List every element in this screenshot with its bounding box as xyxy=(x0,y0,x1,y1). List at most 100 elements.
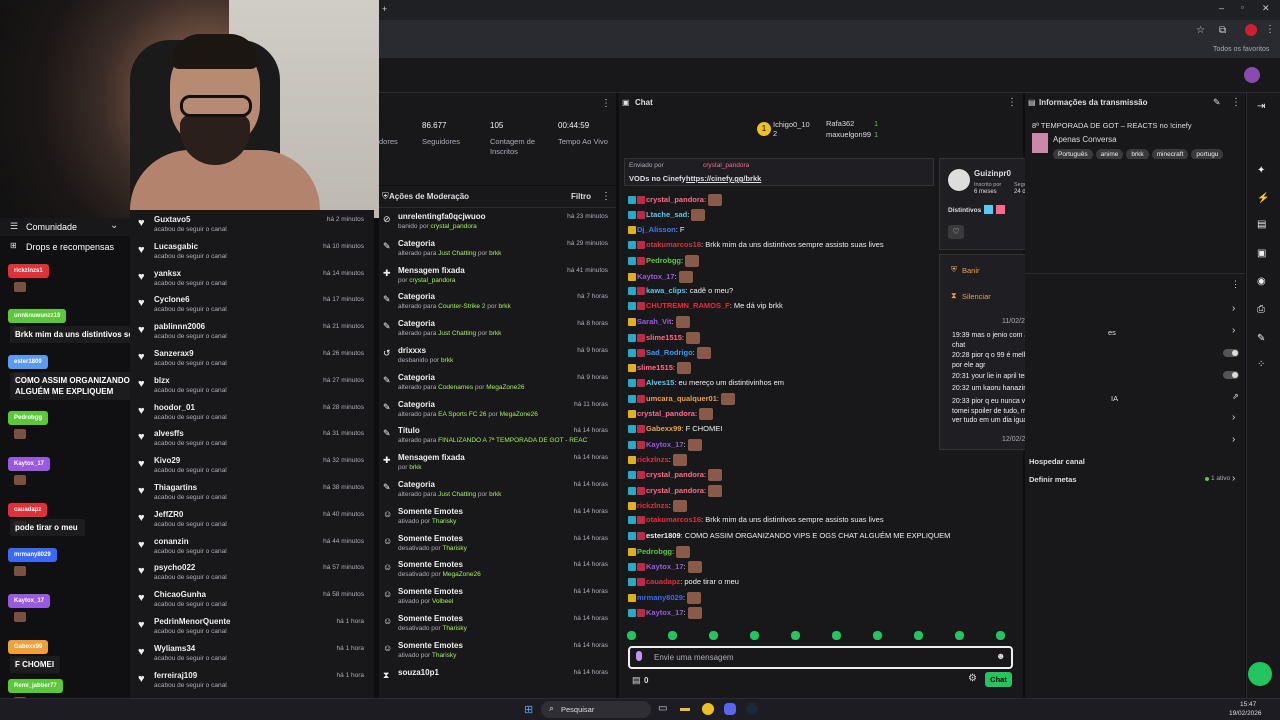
chevron-down-icon[interactable]: ⌄ xyxy=(110,220,118,231)
chat-username[interactable]: Pedrobgg xyxy=(637,547,672,556)
tag-pill[interactable]: anime xyxy=(1095,149,1124,159)
leader-name[interactable]: Rafa362 xyxy=(826,119,854,128)
follower-name[interactable]: psycho022 xyxy=(154,563,195,572)
mod-action-row[interactable]: ☺ Somente Emotes desativado por Tharisky há… xyxy=(379,611,616,638)
chat-username[interactable]: rickzlnzs xyxy=(637,455,669,464)
chat-username[interactable]: Kaytox_17 xyxy=(646,562,684,571)
mod-action-actor[interactable]: brkk xyxy=(489,330,501,337)
follower-name[interactable]: Cyclone6 xyxy=(154,295,190,304)
chat-message[interactable]: slime1515: xyxy=(628,362,692,375)
setting-toggle[interactable] xyxy=(1223,349,1239,357)
follower-name[interactable]: Kivo29 xyxy=(154,456,180,465)
chat-username[interactable]: slime1515 xyxy=(637,363,673,372)
follower-name[interactable]: Wyliams34 xyxy=(154,644,195,653)
chat-message[interactable]: Sad_Rodrigo: xyxy=(628,347,711,359)
emote-shortcut-icon[interactable] xyxy=(955,631,964,640)
chat-username[interactable]: Gabexx99 xyxy=(646,424,681,433)
chat-message[interactable]: umcara_qualquer01: xyxy=(628,392,736,405)
mod-action-target[interactable]: Codenames xyxy=(438,384,473,391)
chat-input[interactable]: Envie uma mensagem ☻ xyxy=(628,646,1013,669)
chat-username[interactable]: Alves15 xyxy=(646,378,674,387)
mod-action-row[interactable]: ↺ drixxxs desbanido por brkk há 9 horas xyxy=(379,343,616,370)
chat-username[interactable]: otakumarcos16 xyxy=(646,240,701,249)
goals-label[interactable]: Definir metas xyxy=(1029,475,1077,484)
address-bar[interactable]: ☆ ⧉ ⋮ xyxy=(379,20,1280,44)
profile-icon[interactable] xyxy=(1245,24,1257,36)
follower-row[interactable]: ♥ ChicaoGunha acabou de seguir o canal há 5… xyxy=(130,587,374,614)
chat-username[interactable]: CHUTREMN_RAMOS_F xyxy=(646,301,730,310)
mod-action-row[interactable]: ✎ Título alterado para FINALIZANDO A 7ª TE… xyxy=(379,423,616,450)
chrome-icon[interactable] xyxy=(702,703,714,715)
mod-action-target[interactable]: Just Chatting xyxy=(438,330,476,337)
mod-action-target[interactable]: EA Sports FC 26 xyxy=(438,411,486,418)
mod-action-row[interactable]: ✚ Mensagem fixada por brkk há 14 horas xyxy=(379,450,616,477)
chat-username[interactable]: crystal_pandora xyxy=(637,409,695,418)
follower-name[interactable]: JeffZR0 xyxy=(154,510,183,519)
follower-row[interactable]: ♥ Kivo29 acabou de seguir o canal há 32 min… xyxy=(130,453,374,480)
leader-name[interactable]: Ichigo0_10 xyxy=(773,120,810,129)
collapse-icon[interactable]: ⇥ xyxy=(1257,101,1265,112)
drops-row[interactable]: ⊞ Drops e recompensas xyxy=(0,238,130,254)
mod-action-target[interactable]: Just Chatting xyxy=(438,250,476,257)
follower-row[interactable]: ♥ JeffZR0 acabou de seguir o canal há 40 mi… xyxy=(130,507,374,534)
mod-action-row[interactable]: ✎ Categoria alterado para Codenames por Me… xyxy=(379,370,616,397)
chat-message[interactable]: Sarah_Vit: xyxy=(628,316,690,329)
lightning-icon[interactable]: ⚡ xyxy=(1257,193,1269,204)
chat-message[interactable]: Dj_Alisson: F xyxy=(628,225,685,234)
mod-action-row[interactable]: ✎ Categoria alterado para Counter-Strike 2… xyxy=(379,289,616,316)
follower-name[interactable]: alvesffs xyxy=(154,429,184,438)
follower-row[interactable]: ♥ Guxtavo5 acabou de seguir o canal há 2 mi… xyxy=(130,212,374,239)
start-icon[interactable]: ⊞ xyxy=(524,703,533,716)
tag-pill[interactable]: minecraft xyxy=(1151,149,1189,159)
chat-username[interactable]: cauadapz xyxy=(646,577,680,586)
mod-action-row[interactable]: ☺ Somente Emotes desativado por MegaZone26… xyxy=(379,557,616,584)
mod-action-target[interactable]: MegaZone26 xyxy=(442,571,480,578)
leader-name[interactable]: maxuelgon99 xyxy=(826,130,871,139)
emote-shortcut-icon[interactable] xyxy=(996,631,1005,640)
follower-row[interactable]: ♥ PedrinMenorQuente acabou de seguir o can… xyxy=(130,614,374,641)
category-name[interactable]: Apenas Conversa xyxy=(1053,135,1117,144)
chat-message[interactable]: Kaytox_17: xyxy=(628,270,693,283)
mod-action-row[interactable]: ☺ Somente Emotes desativado por Tharisky há… xyxy=(379,531,616,558)
tag-pill[interactable]: Português xyxy=(1053,149,1093,159)
follower-row[interactable]: ♥ Thiagartins acabou de seguir o canal há 3… xyxy=(130,480,374,507)
follower-name[interactable]: ferreiraj109 xyxy=(154,671,197,680)
follower-name[interactable]: conanzin xyxy=(154,537,189,546)
follower-row[interactable]: ♥ blzx acabou de seguir o canal há 27 minut… xyxy=(130,373,374,400)
mod-action-row[interactable]: ☺ Somente Emotes ativado por Tharisky há 14… xyxy=(379,504,616,531)
chat-message[interactable]: crystal_pandora: xyxy=(628,408,714,421)
emote-shortcut-icon[interactable] xyxy=(873,631,882,640)
assistant-icon[interactable] xyxy=(1248,662,1272,686)
chat-message[interactable]: Alves15: eu mereço um distintivinhos em xyxy=(628,378,784,387)
follower-row[interactable]: ♥ conanzin acabou de seguir o canal há 44 m… xyxy=(130,534,374,561)
minimize-icon[interactable]: – xyxy=(1219,3,1224,13)
emote-picker-icon[interactable]: ☻ xyxy=(996,651,1005,661)
chat-message[interactable]: crystal_pandora: xyxy=(628,469,723,482)
mod-action-target[interactable]: brkk xyxy=(441,357,453,364)
follower-row[interactable]: ♥ alvesffs acabou de seguir o canal há 31 m… xyxy=(130,426,374,453)
chat-username[interactable]: Pedrobgg xyxy=(646,256,681,265)
follower-row[interactable]: ♥ yanksx acabou de seguir o canal há 14 min… xyxy=(130,266,374,293)
mod-action-row[interactable]: ✎ Categoria alterado para Just Chatting po… xyxy=(379,477,616,504)
mod-action-target[interactable]: Just Chatting xyxy=(438,491,476,498)
follower-name[interactable]: blzx xyxy=(154,376,170,385)
mod-action-actor[interactable]: MegaZone26 xyxy=(486,384,524,391)
chat-username[interactable]: Dj_Alisson xyxy=(637,225,676,234)
gift-sub-button[interactable]: ♡ xyxy=(948,225,964,239)
settings-gear-icon[interactable]: ⚙ xyxy=(968,673,977,684)
emote-shortcut-icon[interactable] xyxy=(914,631,923,640)
chat-message[interactable]: otakumarcos16: Brkk mim da uns distintiv… xyxy=(628,515,884,525)
chat-message[interactable]: kawa_clips: cadê o meu? xyxy=(628,286,733,295)
community-header[interactable]: ☰ Comunidade ⌄ xyxy=(0,218,130,236)
follower-name[interactable]: ChicaoGunha xyxy=(154,590,206,599)
mod-menu-icon[interactable]: ⋮ xyxy=(601,191,611,202)
discord-icon[interactable] xyxy=(724,703,736,715)
chat-username[interactable]: Ltache_sad xyxy=(646,210,687,219)
follower-name[interactable]: Guxtavo5 xyxy=(154,215,190,224)
follower-name[interactable]: hoodor_01 xyxy=(154,403,195,412)
channel-points-icon[interactable]: ▤ xyxy=(632,675,641,686)
mod-action-target[interactable]: Tharisky xyxy=(442,625,467,632)
emote-shortcut-icon[interactable] xyxy=(668,631,677,640)
close-window-icon[interactable]: ✕ xyxy=(1262,3,1270,14)
chat-message[interactable]: Kaytox_17: xyxy=(628,561,702,574)
